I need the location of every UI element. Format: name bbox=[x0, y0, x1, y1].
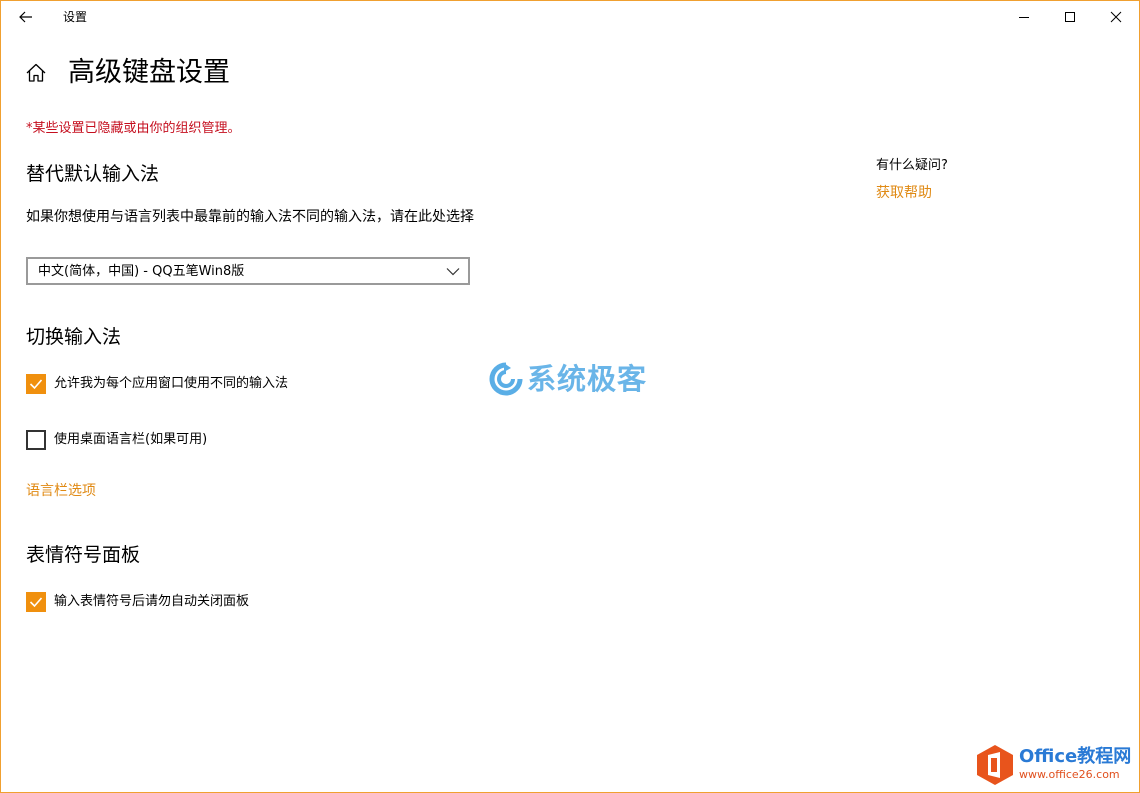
minimize-icon bbox=[1019, 17, 1029, 18]
office-logo-icon bbox=[977, 745, 1013, 785]
back-button[interactable] bbox=[9, 1, 43, 33]
settings-window: 设置 高级键盘设置 *某些设置已隐藏或由你的组织管理。 替代默认输入法 如果你想… bbox=[0, 0, 1140, 793]
maximize-button[interactable] bbox=[1047, 1, 1093, 33]
close-button[interactable] bbox=[1093, 1, 1139, 33]
dropdown-selected-value: 中文(简体，中国) - QQ五笔Win8版 bbox=[38, 264, 245, 279]
switch-input-title: 切换输入法 bbox=[26, 326, 122, 348]
emoji-panel-title: 表情符号面板 bbox=[26, 544, 141, 566]
home-icon[interactable] bbox=[25, 62, 47, 84]
emoji-panel-checkbox[interactable] bbox=[26, 592, 46, 612]
override-input-description: 如果你想使用与语言列表中最靠前的输入法不同的输入法，请在此处选择 bbox=[26, 209, 474, 225]
checkmark-icon bbox=[29, 597, 43, 608]
page-title: 高级键盘设置 bbox=[68, 57, 230, 88]
watermark-logo-icon bbox=[489, 362, 523, 396]
title-bar: 设置 bbox=[1, 1, 1139, 33]
watermark-office: Office教程网 www.office26.com bbox=[975, 743, 1137, 789]
default-input-method-dropdown[interactable]: 中文(简体，中国) - QQ五笔Win8版 bbox=[26, 257, 470, 285]
desktop-language-bar-checkbox[interactable] bbox=[26, 430, 46, 450]
override-input-title: 替代默认输入法 bbox=[26, 163, 160, 185]
get-help-link[interactable]: 获取帮助 bbox=[876, 184, 932, 202]
window-title: 设置 bbox=[63, 10, 88, 24]
watermark-center-text: 系统极客 bbox=[527, 362, 648, 396]
policy-notice: *某些设置已隐藏或由你的组织管理。 bbox=[26, 121, 241, 136]
back-arrow-icon bbox=[19, 11, 32, 23]
emoji-panel-label: 输入表情符号后请勿自动关闭面板 bbox=[54, 594, 250, 609]
close-icon bbox=[1110, 11, 1122, 23]
checkmark-icon bbox=[29, 379, 43, 390]
maximize-icon bbox=[1065, 12, 1075, 22]
office-brand-text: Office教程网 bbox=[1019, 746, 1132, 767]
office-url-text: www.office26.com bbox=[1019, 768, 1120, 781]
desktop-language-bar-label: 使用桌面语言栏(如果可用) bbox=[54, 432, 208, 447]
minimize-button[interactable] bbox=[1001, 1, 1047, 33]
per-app-input-label: 允许我为每个应用窗口使用不同的输入法 bbox=[54, 376, 289, 391]
help-question: 有什么疑问? bbox=[876, 158, 948, 173]
language-bar-options-link[interactable]: 语言栏选项 bbox=[26, 482, 96, 500]
per-app-input-checkbox[interactable] bbox=[26, 374, 46, 394]
chevron-down-icon bbox=[446, 268, 460, 276]
